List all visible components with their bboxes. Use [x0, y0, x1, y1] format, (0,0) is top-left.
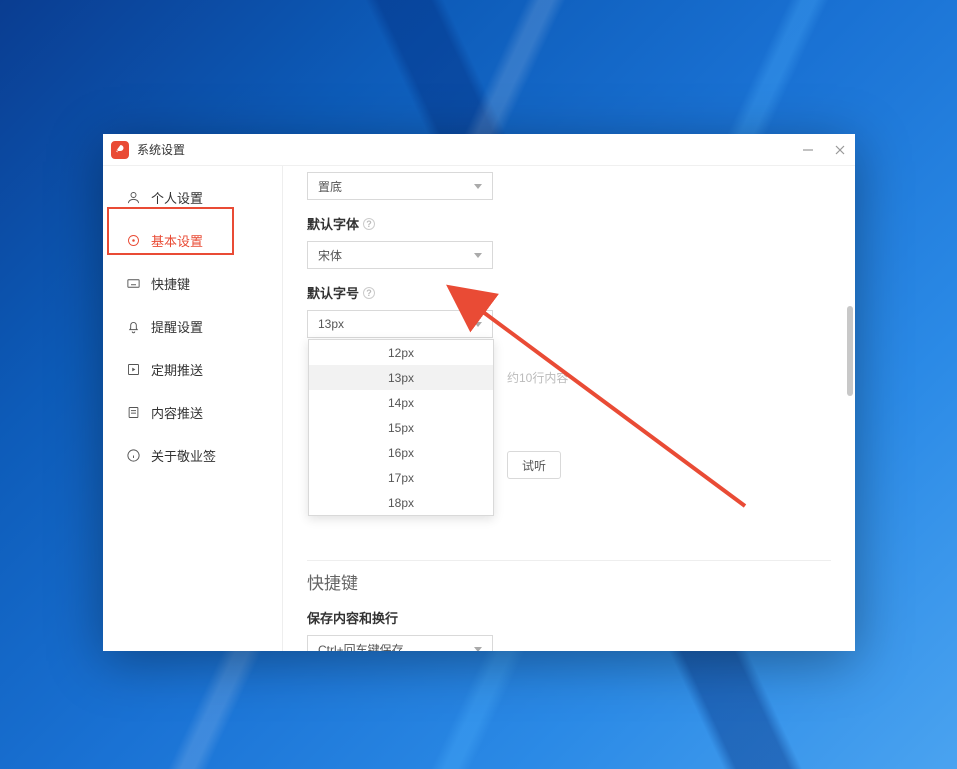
field-default-fontsize: 默认字号 ? 13px 12px 13px 14px 15px 16px 17p…: [307, 283, 831, 338]
help-icon[interactable]: ?: [363, 218, 375, 230]
sidebar-item-label: 定期推送: [151, 360, 203, 379]
info-icon: [125, 448, 141, 464]
titlebar: 系统设置: [103, 134, 855, 166]
scrollbar-thumb[interactable]: [847, 306, 853, 396]
fontsize-option[interactable]: 18px: [309, 490, 493, 515]
sidebar-item-basic[interactable]: 基本设置: [103, 219, 282, 262]
chevron-down-icon: [474, 322, 482, 327]
fontsize-option[interactable]: 12px: [309, 340, 493, 365]
sidebar: 个人设置 基本设置 快捷键 提醒设置: [103, 166, 283, 651]
fontsize-select[interactable]: 13px 12px 13px 14px 15px 16px 17px 18px: [307, 310, 493, 338]
select-value: Ctrl+回车键保存: [318, 641, 404, 652]
divider: [307, 560, 831, 561]
sidebar-item-personal[interactable]: 个人设置: [103, 176, 282, 219]
doc-icon: [125, 405, 141, 421]
select-value: 13px: [318, 317, 344, 331]
sidebar-item-label: 关于敬业签: [151, 446, 216, 465]
help-icon[interactable]: ?: [363, 287, 375, 299]
sidebar-item-label: 内容推送: [151, 403, 203, 422]
hint-text: 约10行内容: [507, 369, 568, 386]
fontsize-option[interactable]: 14px: [309, 390, 493, 415]
fontsize-option[interactable]: 13px: [309, 365, 493, 390]
sidebar-item-shortcuts[interactable]: 快捷键: [103, 262, 282, 305]
sidebar-item-schedule-push[interactable]: 定期推送: [103, 348, 282, 391]
fontsize-dropdown: 12px 13px 14px 15px 16px 17px 18px: [308, 339, 494, 516]
sidebar-item-about[interactable]: 关于敬业签: [103, 434, 282, 477]
content: 置底 默认字体 ? 宋体 默认字号 ? 13px: [283, 166, 855, 651]
window-title: 系统设置: [137, 141, 185, 158]
field-label-text: 默认字体: [307, 214, 359, 233]
field-default-font: 默认字体 ? 宋体: [307, 214, 831, 269]
field-save-behavior: 保存内容和换行 Ctrl+回车键保存: [307, 608, 831, 651]
window-controls: [801, 143, 847, 157]
field-label-text: 保存内容和换行: [307, 608, 398, 627]
sidebar-item-label: 基本设置: [151, 231, 203, 250]
select-value: 置底: [318, 178, 342, 195]
target-icon: [125, 233, 141, 249]
fontsize-option[interactable]: 15px: [309, 415, 493, 440]
position-select[interactable]: 置底: [307, 172, 493, 200]
section-shortcuts: 快捷键: [307, 569, 831, 594]
sidebar-item-label: 提醒设置: [151, 317, 203, 336]
fontsize-option[interactable]: 16px: [309, 440, 493, 465]
chevron-down-icon: [474, 253, 482, 258]
chevron-down-icon: [474, 184, 482, 189]
close-button[interactable]: [833, 143, 847, 157]
sidebar-item-reminder[interactable]: 提醒设置: [103, 305, 282, 348]
minimize-button[interactable]: [801, 143, 815, 157]
play-box-icon: [125, 362, 141, 378]
bell-icon: [125, 319, 141, 335]
save-select[interactable]: Ctrl+回车键保存: [307, 635, 493, 651]
app-icon: [111, 141, 129, 159]
font-select[interactable]: 宋体: [307, 241, 493, 269]
settings-window: 系统设置 个人设置 基本设置: [103, 134, 855, 651]
field-label-text: 默认字号: [307, 283, 359, 302]
chevron-down-icon: [474, 647, 482, 652]
preview-button[interactable]: 试听: [507, 451, 561, 479]
sidebar-item-content-push[interactable]: 内容推送: [103, 391, 282, 434]
select-value: 宋体: [318, 247, 342, 264]
keyboard-icon: [125, 276, 141, 292]
sidebar-item-label: 快捷键: [151, 274, 190, 293]
user-icon: [125, 190, 141, 206]
sidebar-item-label: 个人设置: [151, 188, 203, 207]
fontsize-option[interactable]: 17px: [309, 465, 493, 490]
